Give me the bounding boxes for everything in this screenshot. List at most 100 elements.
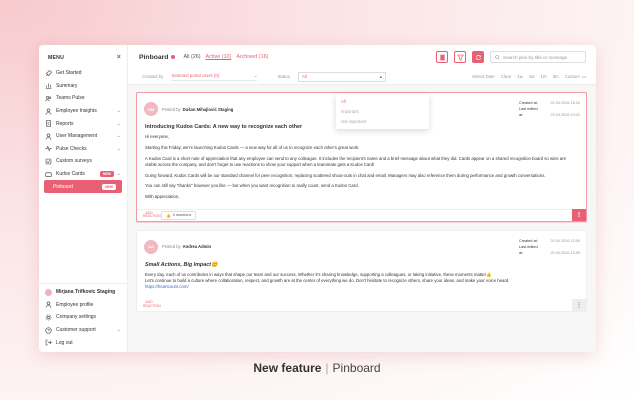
- status-option-all[interactable]: All: [336, 96, 429, 106]
- sidebar-header: MENU ×: [39, 45, 127, 67]
- reactions-button[interactable]: 👍 0 reactions: [161, 210, 197, 220]
- avatar: DM: [144, 102, 158, 116]
- created-by-select[interactable]: Selected portal users (0) ⌄: [171, 72, 258, 81]
- filter-button[interactable]: [454, 51, 466, 63]
- add-reaction-button[interactable]: ADD REACTION: [143, 301, 161, 308]
- tab-active[interactable]: Active (10): [206, 54, 232, 60]
- team-icon: [45, 95, 52, 102]
- posts-list: DM Posted by Dušan Mihajlović Staging Cr…: [136, 92, 587, 352]
- main-content: Pinboard All (26) Active (10) Archived (…: [128, 45, 596, 352]
- sidebar-item-pinboard[interactable]: Pinboard NEW: [44, 180, 122, 193]
- important-toggle[interactable]: ⋮: [572, 298, 586, 311]
- sidebar-item-employee-insights[interactable]: Employee Insights ⌄: [39, 105, 127, 118]
- tab-all[interactable]: All (26): [183, 54, 200, 60]
- sidebar-item-label: Get Started: [56, 70, 82, 77]
- created-by-label: Created by: [142, 74, 164, 79]
- report-icon: [45, 120, 52, 127]
- logout-icon: [45, 339, 52, 346]
- author-name: Andrea Admin: [182, 244, 212, 250]
- rocket-icon: [45, 70, 52, 77]
- filters-bar: Created by Selected portal users (0) ⌄ St…: [128, 69, 596, 85]
- pin-paragraph: A Kudos Card is a short note of apprecia…: [145, 155, 566, 167]
- pin-paragraph: Going forward, Kudos Cards will be our s…: [145, 172, 546, 178]
- date-3m[interactable]: 3m: [553, 74, 559, 79]
- user-icon: [45, 108, 52, 115]
- pin-link[interactable]: https://heartcount.com/: [145, 284, 189, 289]
- sidebar-item-label: Log out: [56, 339, 73, 346]
- pin-body: Small Actions, Big Impact😊 Every day, ea…: [137, 260, 586, 299]
- new-badge: NEW: [99, 171, 114, 178]
- filter-icon: [456, 54, 464, 61]
- refresh-button[interactable]: [472, 51, 484, 63]
- add-pin-button[interactable]: [436, 51, 448, 63]
- sidebar-item-user-management[interactable]: User Management ⌄: [39, 130, 127, 143]
- sidebar-item-pulse-checks[interactable]: Pulse Checks ⌄: [39, 143, 127, 156]
- date-1m[interactable]: 1m: [540, 74, 546, 79]
- important-toggle[interactable]: !: [572, 209, 586, 222]
- feature-caption: New feature | Pinboard: [0, 361, 634, 375]
- pin-footer: ADD REACTION 👍 0 reactions !: [137, 208, 586, 222]
- sidebar-item-reports[interactable]: Reports ⌄: [39, 117, 127, 130]
- pulse-icon: [45, 145, 52, 153]
- sidebar-item-label: Kudos Cards: [56, 171, 85, 178]
- caption-text: Pinboard: [332, 361, 381, 375]
- status-select[interactable]: All ▴: [297, 71, 386, 82]
- refresh-icon: [475, 54, 481, 60]
- gear-icon: [45, 314, 52, 321]
- sidebar-item-label: Employee profile: [56, 301, 94, 308]
- sidebar-item-label: Reports: [56, 120, 74, 127]
- reactions-count: 0 reactions: [172, 213, 192, 218]
- pin-paragraph: Starting this Friday, we're launching Ku…: [145, 144, 360, 150]
- sidebar-item-get-started[interactable]: Get Started: [39, 67, 127, 80]
- sidebar-item-teams-pulse[interactable]: Teams Pulse: [39, 92, 127, 105]
- sidebar-item-label: Pulse Checks: [56, 145, 87, 152]
- sidebar-item-summary[interactable]: Summary: [39, 80, 127, 93]
- created-by-value: Selected portal users (0): [171, 72, 220, 78]
- posted-by-label: Posted by: [162, 106, 181, 112]
- date-1w[interactable]: 1w: [517, 74, 523, 79]
- status-dropdown: All Important Not important: [336, 94, 429, 129]
- card-icon: [45, 171, 52, 178]
- chevron-down-icon: ⌄: [116, 145, 121, 152]
- page-title: Pinboard: [139, 53, 169, 61]
- sidebar-item-kudos-cards[interactable]: Kudos Cards NEW ⌄: [39, 168, 127, 181]
- sidebar-item-label: Summary: [56, 82, 78, 89]
- date-2w[interactable]: 2w: [529, 74, 535, 79]
- chevron-down-icon: ⌄: [116, 120, 121, 127]
- status-option-important[interactable]: Important: [336, 106, 429, 116]
- posted-by-label: Posted by: [162, 244, 181, 250]
- sidebar-item-company-settings[interactable]: Company settings: [39, 311, 127, 324]
- pin-header: AA Posted by Andrea Admin Created at: 20.…: [137, 231, 586, 260]
- tab-archived[interactable]: Archived (16): [236, 54, 268, 60]
- search-input[interactable]: Search pins by title or message: [490, 51, 586, 63]
- status-label: Status: [277, 74, 290, 79]
- status-option-not-important[interactable]: Not important: [336, 116, 429, 126]
- sidebar-item-employee-profile[interactable]: Employee profile: [39, 299, 127, 312]
- chevron-down-icon: ⌄: [116, 327, 121, 334]
- date-clear[interactable]: Clear: [501, 74, 512, 79]
- close-icon[interactable]: ×: [117, 54, 121, 61]
- chevron-down-icon: ⌄: [116, 133, 121, 140]
- date-custom[interactable]: Custom: [565, 74, 580, 79]
- topbar: Pinboard All (26) Active (10) Archived (…: [128, 45, 596, 69]
- new-badge: NEW: [102, 183, 116, 190]
- sidebar-item-label: Company settings: [56, 314, 97, 321]
- sidebar-item-custom-surveys[interactable]: Custom surveys: [39, 155, 127, 168]
- chevron-down-icon: ⌄: [253, 72, 258, 78]
- search-icon: [495, 54, 500, 60]
- calendar-icon[interactable]: ▭: [582, 74, 586, 80]
- pin-footer: ADD REACTION ⋮: [137, 298, 586, 311]
- edited-at: 23.04.2026 10:02: [550, 113, 580, 117]
- info-icon[interactable]: [171, 55, 176, 59]
- profile-icon: [45, 301, 52, 309]
- sidebar-item-customer-support[interactable]: Customer support ⌄: [39, 324, 127, 337]
- chevron-down-icon: ⌄: [116, 108, 121, 115]
- sidebar-item-label: Custom surveys: [56, 158, 92, 165]
- user-profile-row[interactable]: Mirjana Trifkovic Staging: [39, 286, 127, 299]
- sidebar-item-log-out[interactable]: Log out: [39, 336, 127, 349]
- add-reaction-button[interactable]: ADD REACTION: [143, 211, 161, 219]
- menu-title: MENU: [48, 54, 65, 61]
- caption-bold: New feature: [253, 361, 322, 375]
- user-name: Mirjana Trifkovic Staging: [56, 289, 116, 296]
- chevron-up-icon: ▴: [379, 73, 382, 79]
